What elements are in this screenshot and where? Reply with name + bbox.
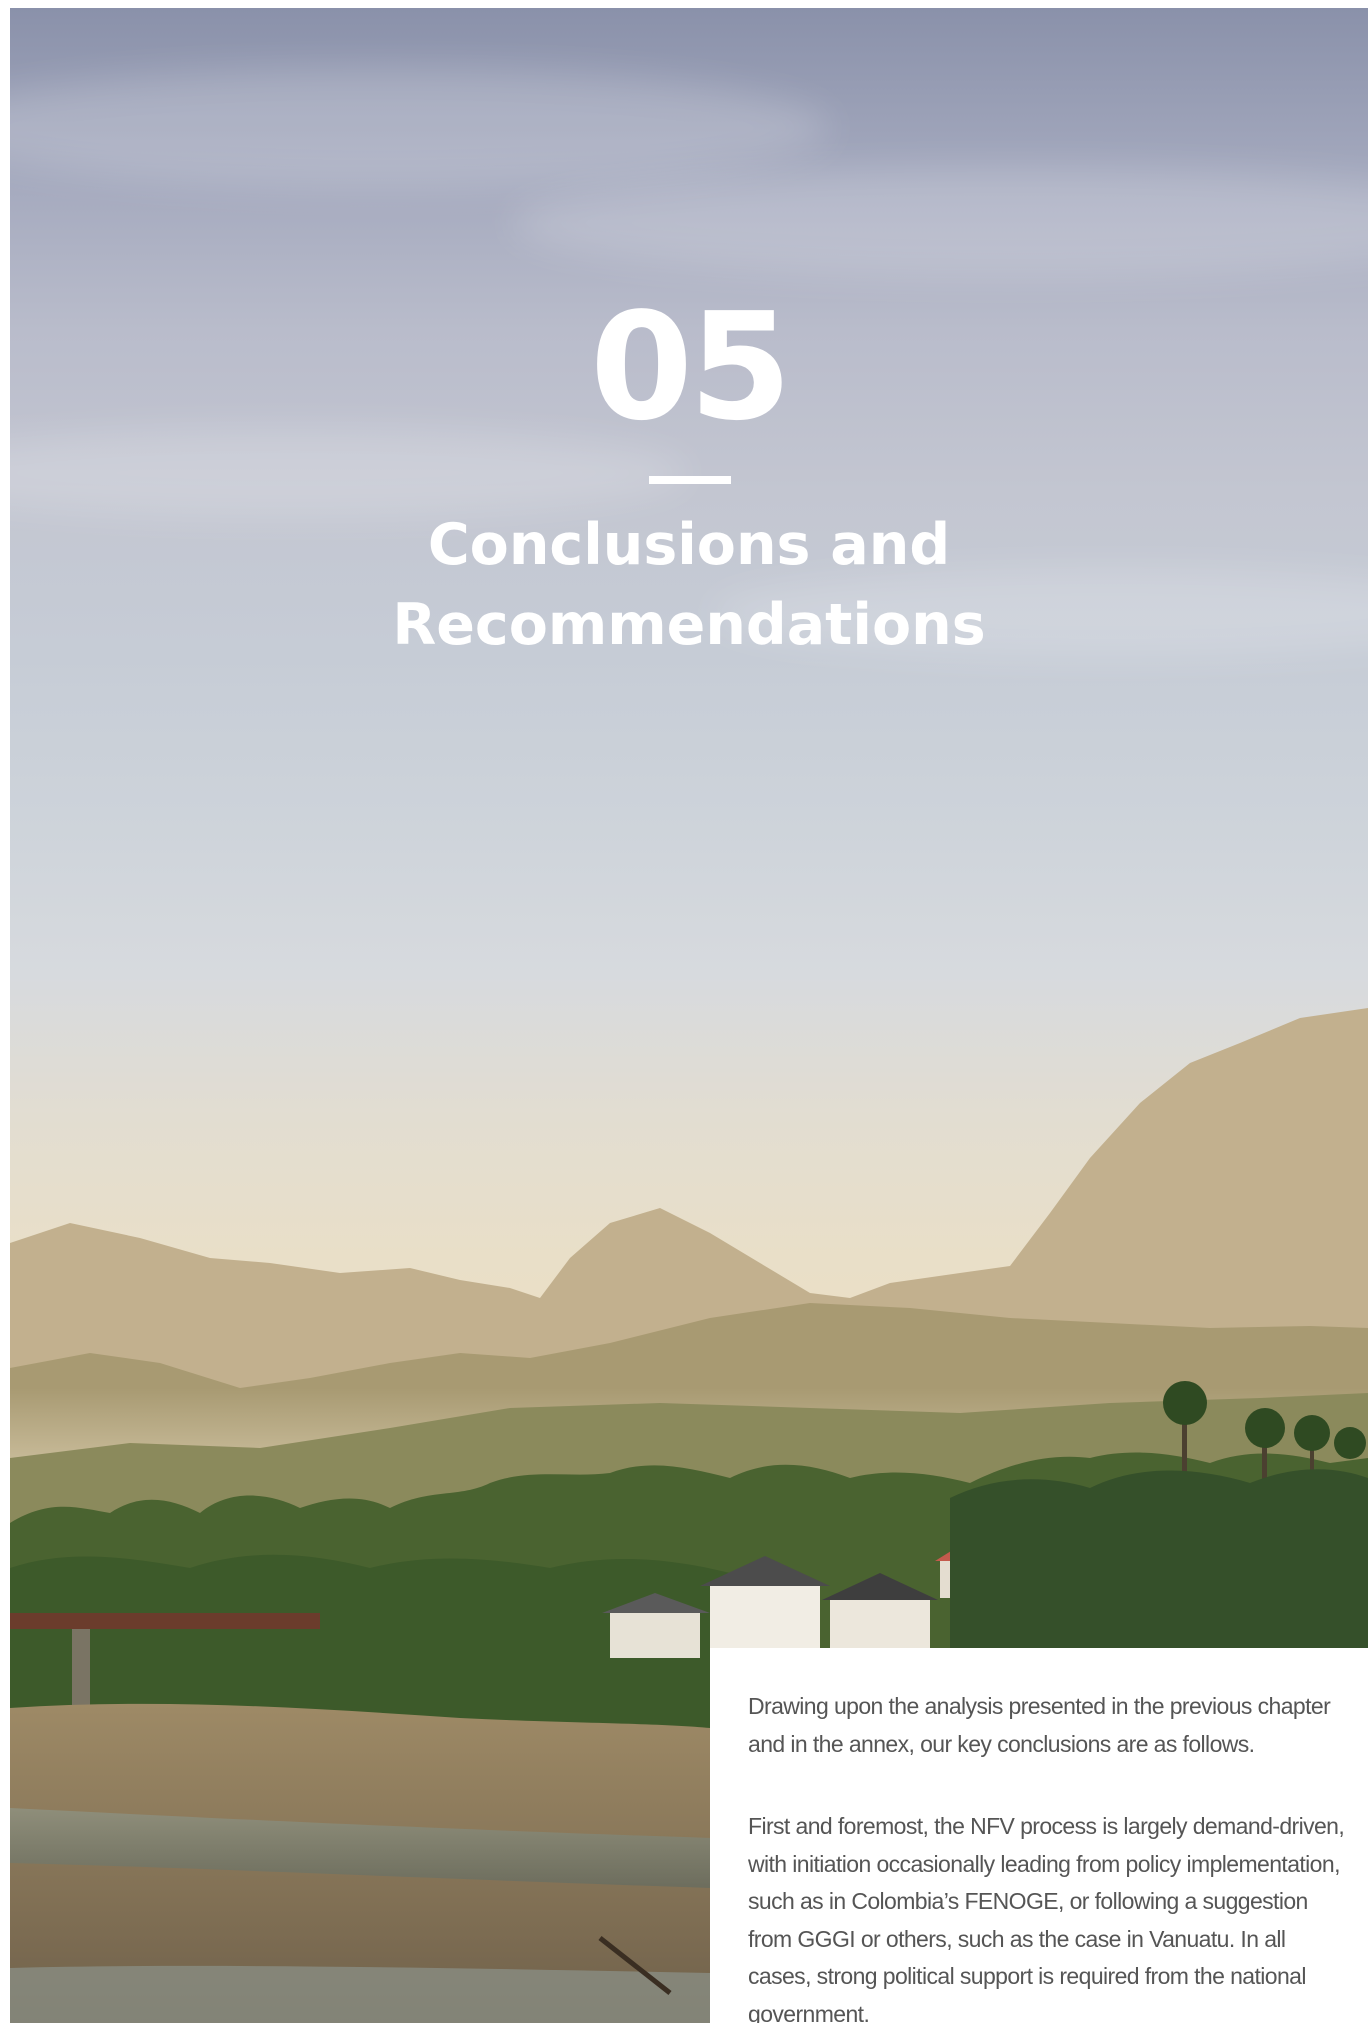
right-foliage <box>950 1469 1368 1658</box>
chapter-title-line-2: Recommendations <box>392 592 986 658</box>
shallow-water <box>10 1965 710 2023</box>
title-divider <box>649 476 731 484</box>
intro-text-panel: Drawing upon the analysis presented in t… <box>710 1648 1368 2023</box>
chapter-cover-page: 05 Conclusions and Recommendations Drawi… <box>10 8 1368 2023</box>
chapter-title-line-1: Conclusions and <box>427 512 951 578</box>
bridge-deck <box>10 1613 320 1629</box>
body-paragraph-2: First and foremost, the NFV process is l… <box>748 1813 1345 2023</box>
body-paragraph-1: Drawing upon the analysis presented in t… <box>748 1693 1331 1757</box>
chapter-number: 05 <box>590 281 792 453</box>
chapter-title: Conclusions and Recommendations <box>10 505 1368 665</box>
